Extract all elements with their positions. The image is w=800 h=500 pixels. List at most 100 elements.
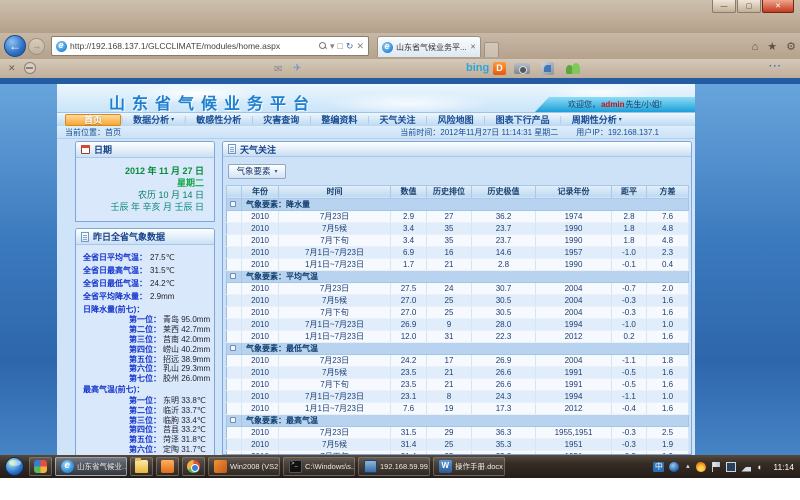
expand-checkbox[interactable] — [230, 345, 236, 351]
taskbar-button-8[interactable]: 192.168.59.99... — [358, 457, 430, 476]
taskbar-button-2[interactable]: 山东省气候业... — [55, 457, 127, 476]
expand-checkbox[interactable] — [230, 417, 236, 423]
table-cell: 2.8 — [612, 210, 647, 222]
language-indicator-icon[interactable]: 中 — [653, 462, 664, 472]
group-row[interactable]: 气象要素：最高气温 — [227, 414, 689, 426]
nav-tab-6[interactable]: 天气关注 — [369, 113, 425, 126]
search-icon[interactable] — [319, 42, 327, 50]
nav-tab-7[interactable]: 风险地图 — [428, 113, 484, 126]
url-text[interactable]: http://192.168.137.1/GLCCLIMATE/modules/… — [70, 41, 316, 51]
send-icon[interactable]: ✈ — [293, 63, 301, 74]
nav-tab-1[interactable]: 首页 — [65, 114, 121, 126]
nav-tab-3[interactable]: 敏感性分析 — [186, 113, 251, 126]
messenger-buddies-icon[interactable] — [566, 63, 580, 74]
table-row[interactable]: 20107月1日~7月23日6.91614.61957-1.02.3 — [227, 246, 689, 258]
select-all-cell[interactable] — [227, 185, 242, 198]
column-header[interactable]: 时间 — [279, 185, 391, 198]
back-button[interactable]: ← — [4, 35, 26, 57]
column-header[interactable]: 方差 — [647, 185, 689, 198]
volume-icon[interactable]: ◖ — [756, 462, 766, 472]
taskbar-button-6[interactable]: Win2008 (VS2... — [208, 457, 280, 476]
row-checkbox-cell — [227, 234, 242, 246]
gear-icon[interactable]: ⚙ — [786, 40, 796, 53]
column-header[interactable]: 历史排位 — [427, 185, 472, 198]
table-row[interactable]: 20107月下旬23.52126.61991-0.51.6 — [227, 378, 689, 390]
table-row[interactable]: 20101月1日~7月23日7.61917.32012-0.41.6 — [227, 402, 689, 414]
nav-tab-4[interactable]: 灾害查询 — [253, 113, 309, 126]
forward-button[interactable]: → — [28, 38, 45, 55]
table-row[interactable]: 20107月下旬27.02530.52004-0.31.6 — [227, 306, 689, 318]
expand-checkbox[interactable] — [230, 201, 236, 207]
satellite-icon[interactable] — [541, 62, 554, 75]
stop-icon[interactable]: ✕ — [356, 41, 364, 52]
compatibility-icon[interactable]: □ — [337, 41, 342, 51]
start-button[interactable] — [5, 457, 24, 476]
table-row[interactable]: 20107月23日24.21726.92004-1.11.8 — [227, 354, 689, 366]
home-icon[interactable]: ⌂ — [752, 41, 759, 53]
column-header[interactable]: 数值 — [391, 185, 427, 198]
chevron-down-icon[interactable]: ▾ — [330, 41, 335, 52]
toolbar-close-icon[interactable]: ✕ — [8, 63, 16, 74]
new-tab-button[interactable] — [484, 42, 499, 57]
mail-icon[interactable]: ✉ — [274, 64, 282, 75]
refresh-icon[interactable]: ↻ — [346, 41, 354, 52]
network-icon[interactable] — [741, 462, 751, 472]
taskbar-button-7[interactable]: C:\Windows\s... — [283, 457, 355, 476]
tray-expand-icon[interactable]: ▴ — [684, 462, 691, 472]
welcome-suffix: 先生/小姐! — [626, 99, 662, 110]
table-cell: 2010 — [242, 390, 279, 402]
table-row[interactable]: 20107月23日27.52430.72004-0.72.0 — [227, 282, 689, 294]
bing-logo[interactable]: bing — [466, 62, 489, 74]
action-center-flag-icon[interactable] — [711, 462, 721, 472]
taskbar-button-4[interactable] — [156, 457, 179, 476]
nav-tab-8[interactable]: 图表下行产品 — [486, 113, 560, 126]
table-row[interactable]: 20101月1日~7月23日1.7212.81990-0.10.4 — [227, 258, 689, 270]
flame-tray-icon[interactable] — [696, 462, 706, 472]
favorites-star-icon[interactable]: ★ — [767, 40, 777, 53]
element-dropdown-button[interactable]: 气象要素 ▾ — [228, 164, 286, 179]
group-row[interactable]: 气象要素：最低气温 — [227, 342, 689, 354]
table-row[interactable]: 20107月1日~7月23日23.1824.31994-1.11.0 — [227, 390, 689, 402]
table-row[interactable]: 20107月5候27.02530.52004-0.31.6 — [227, 294, 689, 306]
nav-tab-2[interactable]: 数据分析▾ — [123, 113, 184, 126]
column-header[interactable]: 历史极值 — [472, 185, 536, 198]
nav-tab-5[interactable]: 整编资料 — [311, 113, 367, 126]
url-field[interactable]: http://192.168.137.1/GLCCLIMATE/modules/… — [51, 36, 369, 56]
table-row[interactable]: 20107月下旬3.43523.719901.84.8 — [227, 234, 689, 246]
expand-checkbox[interactable] — [230, 273, 236, 279]
camera-icon[interactable] — [514, 63, 530, 74]
column-header[interactable]: 年份 — [242, 185, 279, 198]
table-row[interactable]: 20101月1日~7月23日12.03122.320120.21.6 — [227, 330, 689, 342]
taskbar-button-1[interactable] — [29, 457, 52, 476]
table-row[interactable]: 20107月5候3.43523.719901.84.8 — [227, 222, 689, 234]
column-header[interactable]: 距平 — [612, 185, 647, 198]
table-row[interactable]: 20107月5候23.52126.61991-0.51.6 — [227, 366, 689, 378]
more-options-icon[interactable]: ··· — [769, 61, 782, 72]
nav-tab-9[interactable]: 周期性分析▾ — [562, 113, 632, 126]
taskbar-clock[interactable]: 11:14 — [773, 462, 794, 472]
taskbar-button-9[interactable]: 操作手册.docx .. — [433, 457, 505, 476]
security-tray-icon[interactable] — [669, 462, 679, 472]
table-cell: 7月1日~7月23日 — [279, 246, 391, 258]
document-icon — [81, 232, 89, 242]
group-row[interactable]: 气象要素：降水量 — [227, 198, 689, 210]
d-badge-icon[interactable]: D — [493, 62, 506, 75]
table-cell: 7月5候 — [279, 366, 391, 378]
group-row[interactable]: 气象要素：平均气温 — [227, 270, 689, 282]
close-button[interactable]: ✕ — [762, 0, 794, 13]
minimize-button[interactable]: — — [712, 0, 736, 13]
column-header[interactable]: 记录年份 — [536, 185, 612, 198]
table-cell: 1994 — [536, 390, 612, 402]
tab-close-icon[interactable]: ✕ — [470, 43, 476, 51]
table-row[interactable]: 20107月1日~7月23日26.9928.01994-1.01.0 — [227, 318, 689, 330]
display-tray-icon[interactable] — [726, 462, 736, 472]
table-row[interactable]: 20107月23日31.52936.31955,1951-0.32.5 — [227, 426, 689, 438]
taskbar-button-5[interactable] — [182, 457, 205, 476]
table-row[interactable]: 20107月23日2.92736.219742.87.6 — [227, 210, 689, 222]
table-row[interactable]: 20107月5候31.42535.31951-0.31.9 — [227, 438, 689, 450]
maximize-button[interactable]: ▢ — [737, 0, 761, 13]
taskbar-button-3[interactable] — [130, 457, 153, 476]
browser-tab[interactable]: 山东省气候业务平... ✕ — [377, 36, 481, 57]
row-checkbox-cell — [227, 294, 242, 306]
table-cell: 23.1 — [391, 390, 427, 402]
